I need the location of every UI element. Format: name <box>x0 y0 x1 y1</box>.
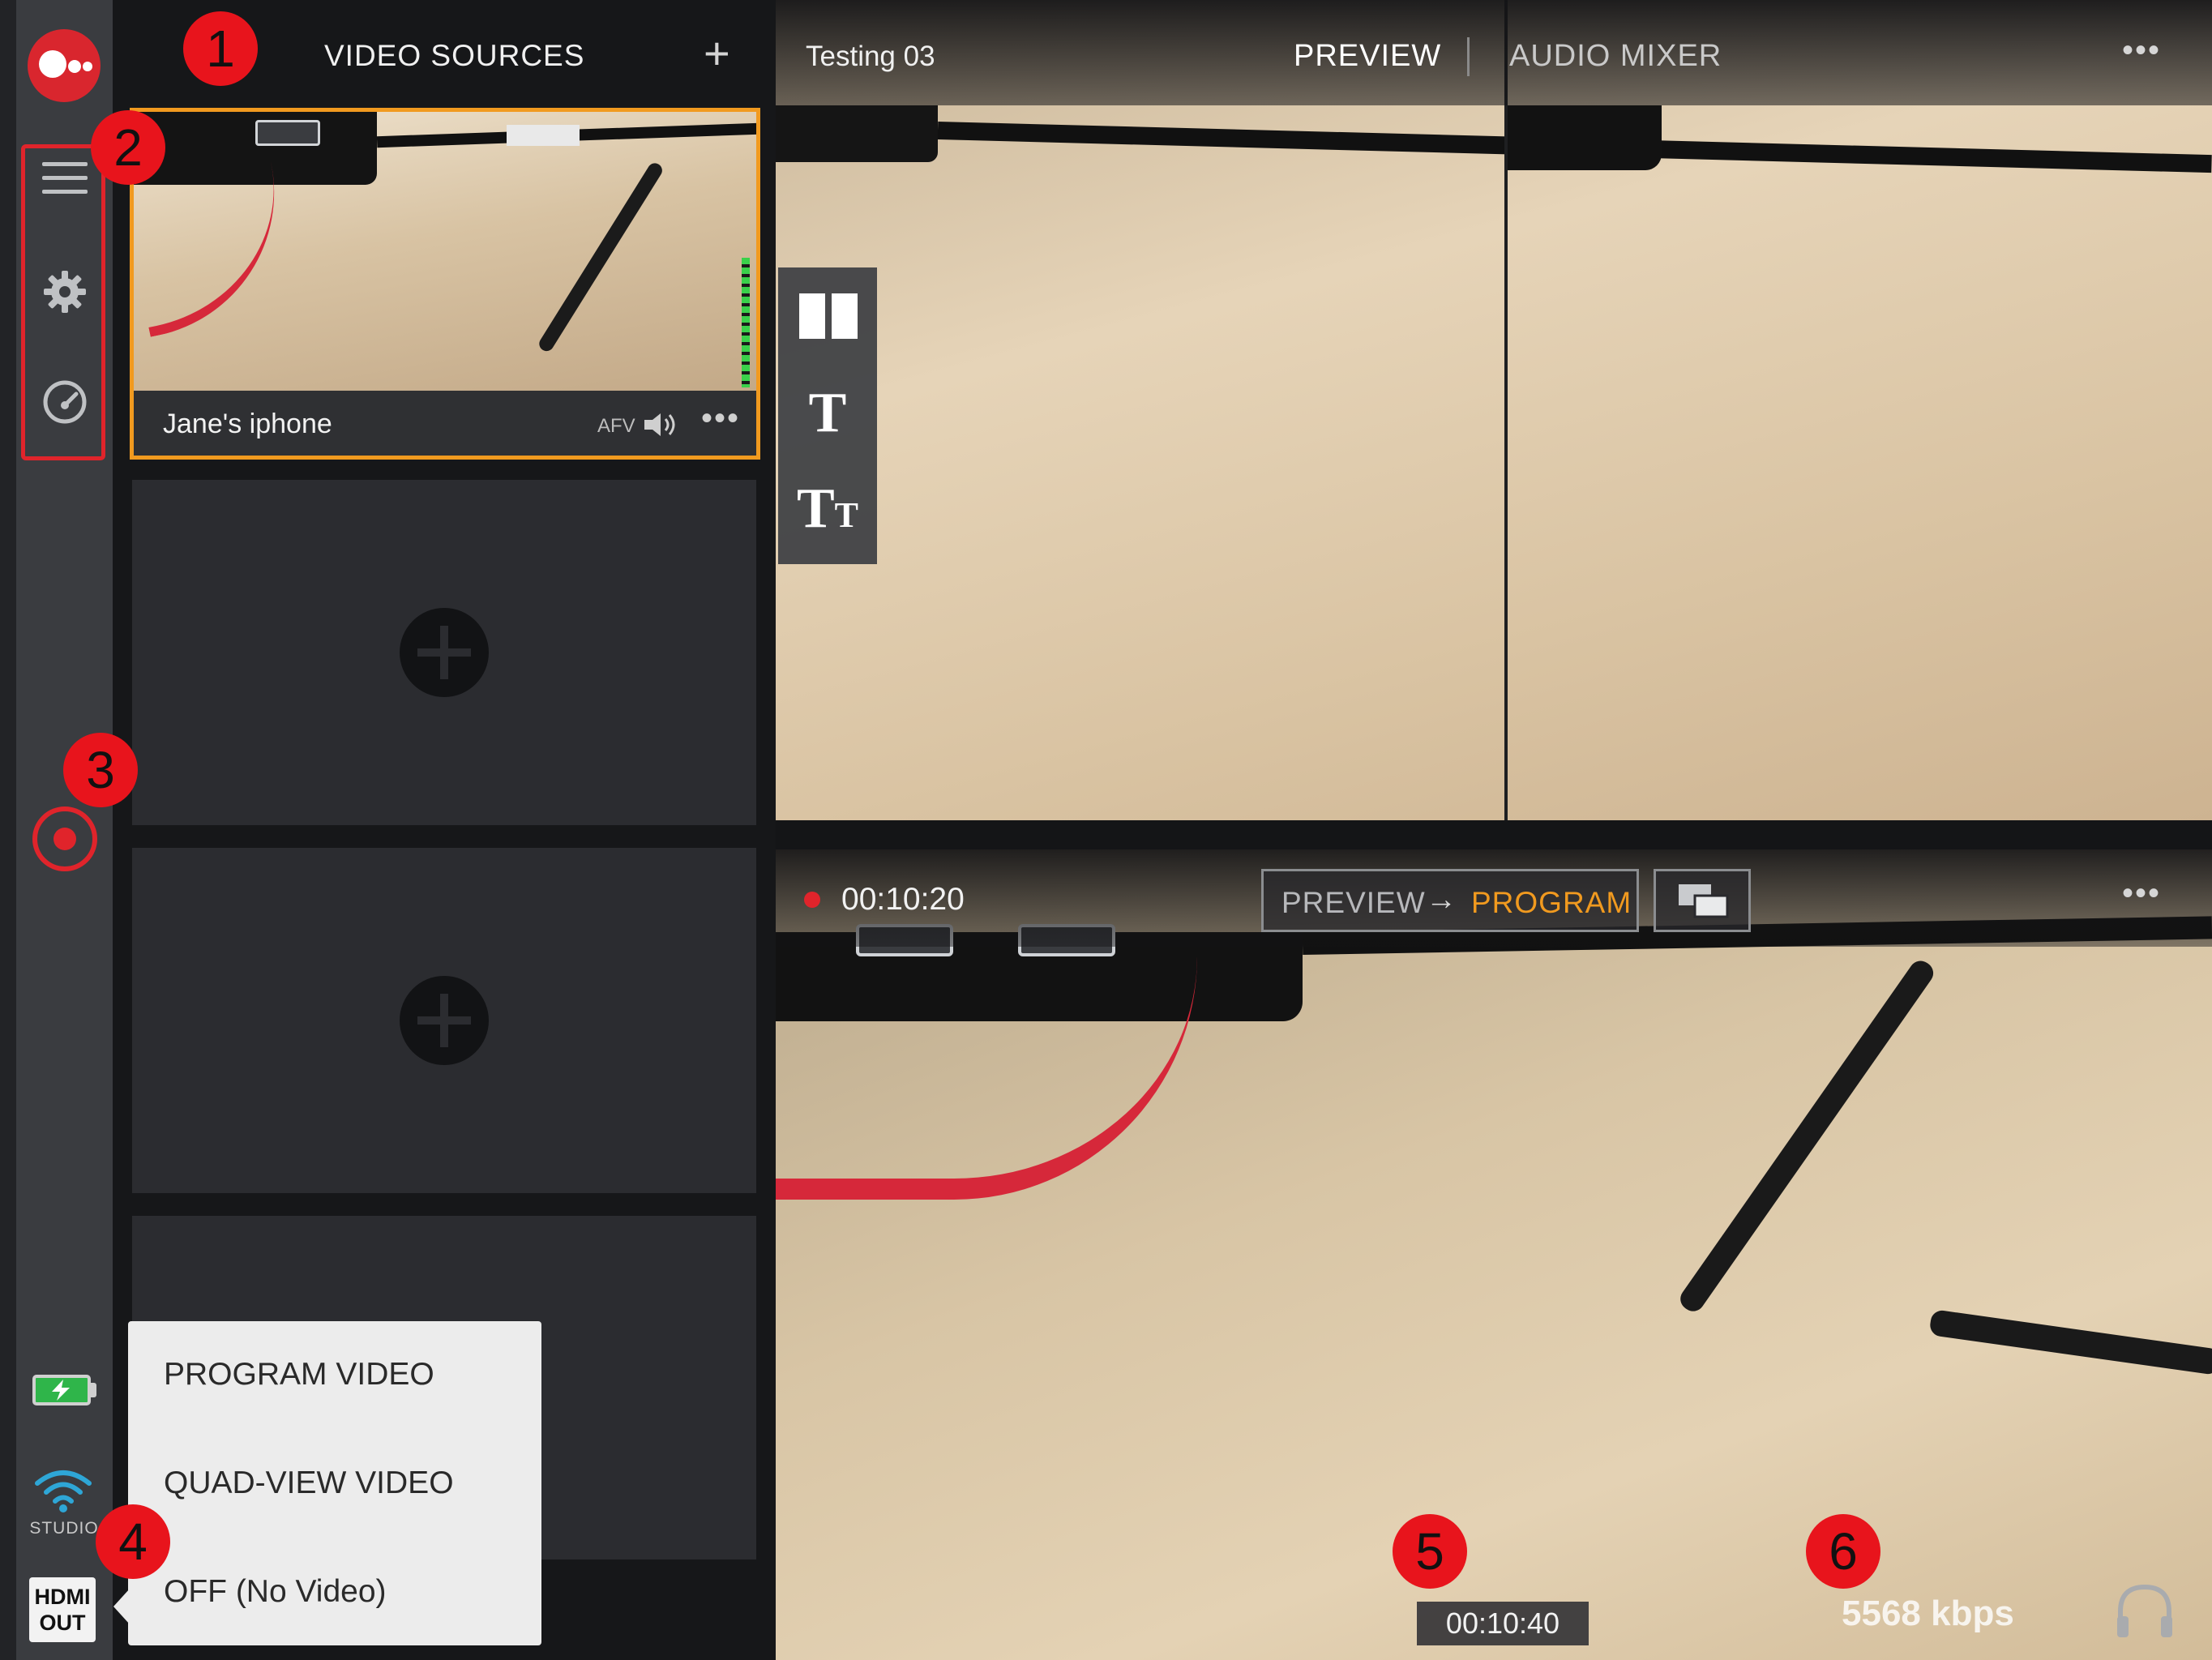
gear-icon[interactable] <box>41 267 89 316</box>
plus-circle-icon[interactable] <box>400 976 489 1065</box>
lower-third-glyph-big: T <box>796 477 835 540</box>
title-text-icon[interactable]: T <box>778 381 877 446</box>
battery-tip <box>91 1383 96 1397</box>
source-name: Jane's iphone <box>163 409 332 439</box>
bitrate-display: 5568 kbps <box>1842 1594 2014 1633</box>
red-cable-shape <box>134 162 302 337</box>
wifi-icon <box>35 1470 92 1512</box>
recording-indicator <box>804 892 820 908</box>
source-card-janes-iphone[interactable]: Jane's iphone AFV ••• <box>130 108 760 460</box>
swap-screens-icon <box>1679 884 1729 918</box>
gauge-icon[interactable] <box>41 378 89 426</box>
transition-from-label: PREVIEW <box>1281 886 1426 919</box>
annotation-marker-6: 6 <box>1806 1514 1880 1589</box>
timecode-display: 00:10:40 <box>1417 1602 1589 1645</box>
transition-to-label: PROGRAM <box>1471 886 1632 919</box>
lower-third-glyph-small: T <box>834 495 859 535</box>
tab-preview[interactable]: PREVIEW <box>1294 39 1441 74</box>
program-more-button[interactable]: ••• <box>2122 875 2161 912</box>
annotation-marker-2: 2 <box>91 110 165 185</box>
source-thumbnail <box>134 112 756 391</box>
annotation-marker-3: 3 <box>63 733 138 807</box>
source-more-button[interactable]: ••• <box>701 400 740 437</box>
event-title: Testing 03 <box>806 41 935 72</box>
afv-label[interactable]: AFV <box>597 415 635 438</box>
tab-divider <box>1467 37 1470 76</box>
hamburger-menu-icon[interactable] <box>42 162 88 195</box>
rail-edge <box>0 0 16 1660</box>
hdmi-out-button[interactable]: HDMI OUT <box>29 1577 96 1642</box>
usb-port-shape <box>255 120 320 146</box>
swap-screens-button[interactable] <box>1654 869 1751 932</box>
battery-charging-icon <box>32 1375 91 1405</box>
popover-arrow <box>113 1589 130 1624</box>
cable-label-shape <box>507 125 580 146</box>
stand-shape <box>536 160 665 354</box>
empty-source-slot[interactable] <box>132 480 756 825</box>
preview-more-button[interactable]: ••• <box>2122 32 2161 69</box>
hdmi-label-line2: OUT <box>39 1611 86 1635</box>
menu-item-quad-view-video[interactable]: QUAD-VIEW VIDEO <box>164 1465 454 1501</box>
record-time: 00:10:20 <box>841 882 965 917</box>
add-source-button[interactable]: + <box>704 31 730 76</box>
record-icon <box>53 828 76 850</box>
empty-source-slot[interactable] <box>132 848 756 1193</box>
pane-gap <box>776 820 2212 849</box>
speaker-icon[interactable] <box>643 410 680 439</box>
hdmi-label-line1: HDMI <box>34 1585 91 1609</box>
preview-to-program-button[interactable]: PREVIEW → PROGRAM <box>1261 869 1639 932</box>
brand-logo-icon[interactable] <box>28 29 101 102</box>
video-sources-title: VIDEO SOURCES <box>324 39 585 72</box>
preview-top-bar <box>776 0 2212 105</box>
usb-hub-shape <box>776 105 938 162</box>
tab-audio-mixer[interactable]: AUDIO MIXER <box>1509 39 1722 74</box>
menu-item-off-no-video[interactable]: OFF (No Video) <box>164 1574 387 1610</box>
annotation-marker-4: 4 <box>96 1504 170 1579</box>
menu-item-program-video[interactable]: PROGRAM VIDEO <box>164 1357 434 1393</box>
split-layout-icon[interactable] <box>799 293 858 339</box>
headphone-icon[interactable] <box>2114 1581 2176 1639</box>
lower-third-text-icon[interactable]: TT <box>778 477 877 541</box>
annotation-marker-5: 5 <box>1393 1514 1467 1589</box>
source-info-bar: Jane's iphone AFV ••• <box>134 391 756 456</box>
plus-circle-icon[interactable] <box>400 608 489 697</box>
usb-hub-shape <box>1508 105 1662 170</box>
arrow-right-icon: → <box>1426 883 1457 917</box>
hdmi-out-menu: PROGRAM VIDEO QUAD-VIEW VIDEO OFF (No Vi… <box>128 1321 541 1645</box>
audio-level-meter <box>742 258 750 387</box>
overlay-tool-palette: T TT <box>778 267 877 564</box>
annotation-marker-1: 1 <box>183 11 258 86</box>
